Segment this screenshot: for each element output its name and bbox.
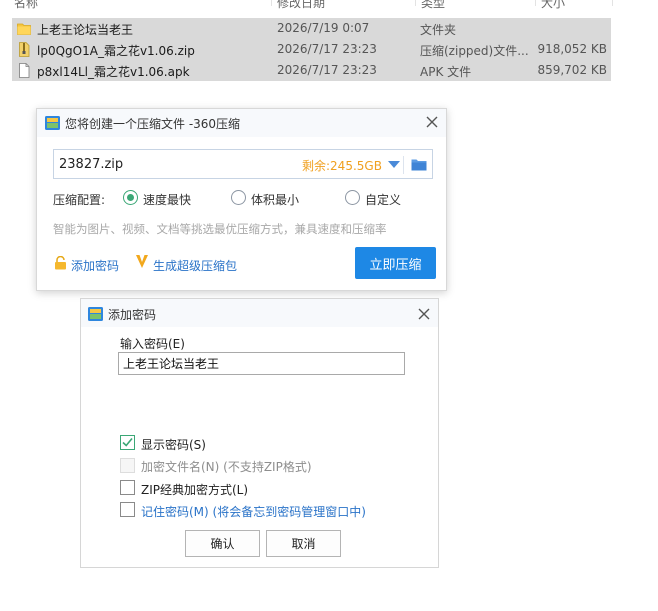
file-name: lp0QgO1A_霜之花v1.06.zip: [37, 44, 195, 58]
radio-custom-label[interactable]: 自定义: [365, 191, 401, 208]
file-name: p8xl14Ll_霜之花v1.06.apk: [37, 65, 190, 79]
radio-fastest[interactable]: [123, 190, 138, 205]
create-archive-dialog: 您将创建一个压缩文件 -360压缩 23827.zip 剩余:245.5GB 压…: [36, 108, 447, 291]
add-password-dialog: 添加密码 输入密码(E) 显示密码(S) 加密文件名(N) (不支持ZIP格式)…: [80, 298, 439, 568]
radio-fastest-label[interactable]: 速度最快: [143, 191, 191, 208]
file-type: APK 文件: [420, 65, 472, 79]
radio-smallest-label[interactable]: 体积最小: [251, 191, 299, 208]
file-list-header: 名称 修改日期 类型 大小: [0, 0, 658, 12]
file-date: 2026/7/17 23:23: [277, 63, 377, 77]
chevron-down-icon[interactable]: [388, 161, 400, 168]
free-space-label: 剩余:245.5GB: [302, 159, 382, 173]
file-row-apk[interactable]: p8xl14Ll_霜之花v1.06.apk 2026/7/17 23:23 AP…: [12, 60, 611, 81]
password-input[interactable]: [118, 352, 405, 375]
encrypt-filenames-checkbox: [120, 458, 135, 473]
open-folder-icon[interactable]: [411, 158, 427, 171]
file-size: 918,052 KB: [537, 42, 607, 56]
folder-icon: [17, 23, 31, 35]
cancel-button[interactable]: 取消: [266, 530, 341, 557]
file-date: 2026/7/17 23:23: [277, 42, 377, 56]
360zip-app-icon: [45, 116, 60, 130]
dialog-title: 添加密码: [108, 308, 157, 322]
lock-icon[interactable]: [54, 256, 67, 270]
archive-name-field[interactable]: 23827.zip 剩余:245.5GB: [53, 149, 433, 179]
remember-password-label[interactable]: 记住密码(M) (将会备忘到密码管理窗口中): [141, 503, 366, 520]
zip-file-icon: [19, 42, 30, 57]
column-date[interactable]: 修改日期: [277, 0, 325, 11]
compress-hint: 智能为图片、视频、文档等挑选最优压缩方式，兼具速度和压缩率: [53, 222, 387, 236]
archive-name-value[interactable]: 23827.zip: [59, 157, 123, 172]
super-archive-link[interactable]: 生成超级压缩包: [153, 257, 237, 274]
show-password-label[interactable]: 显示密码(S): [141, 436, 206, 453]
check-icon: [122, 437, 133, 447]
radio-custom[interactable]: [345, 190, 360, 205]
zip-classic-encryption-checkbox[interactable]: [120, 480, 135, 495]
apk-file-icon: [19, 63, 30, 78]
file-date: 2026/7/19 0:07: [277, 21, 370, 35]
show-password-checkbox[interactable]: [120, 435, 135, 450]
zip-classic-encryption-label[interactable]: ZIP经典加密方式(L): [141, 481, 248, 498]
confirm-button[interactable]: 确认: [185, 530, 260, 557]
column-name[interactable]: 名称: [14, 0, 38, 11]
add-password-link[interactable]: 添加密码: [71, 257, 119, 274]
file-row-folder[interactable]: 上老王论坛当老王 2026/7/19 0:07 文件夹: [12, 18, 611, 39]
file-type: 文件夹: [420, 23, 457, 37]
file-name: 上老王论坛当老王: [37, 23, 134, 37]
360zip-app-icon: [88, 307, 103, 321]
encrypt-filenames-label: 加密文件名(N) (不支持ZIP格式): [141, 460, 312, 474]
password-input-label: 输入密码(E): [120, 337, 185, 351]
file-type: 压缩(zipped)文件...: [420, 44, 529, 58]
dialog-title-bar[interactable]: 您将创建一个压缩文件 -360压缩: [37, 109, 446, 137]
dialog-title: 您将创建一个压缩文件 -360压缩: [65, 117, 241, 131]
close-icon[interactable]: [417, 307, 431, 321]
compress-config-label: 压缩配置:: [53, 193, 106, 207]
dialog-title-bar[interactable]: 添加密码: [81, 299, 438, 327]
vip-v-icon: [136, 255, 148, 268]
file-row-zip[interactable]: lp0QgO1A_霜之花v1.06.zip 2026/7/17 23:23 压缩…: [12, 39, 611, 60]
column-size[interactable]: 大小: [541, 0, 565, 11]
radio-smallest[interactable]: [231, 190, 246, 205]
close-icon[interactable]: [425, 115, 439, 129]
column-type[interactable]: 类型: [421, 0, 445, 11]
compress-now-button[interactable]: 立即压缩: [355, 247, 436, 279]
file-size: 859,702 KB: [537, 63, 607, 77]
remember-password-checkbox[interactable]: [120, 502, 135, 517]
